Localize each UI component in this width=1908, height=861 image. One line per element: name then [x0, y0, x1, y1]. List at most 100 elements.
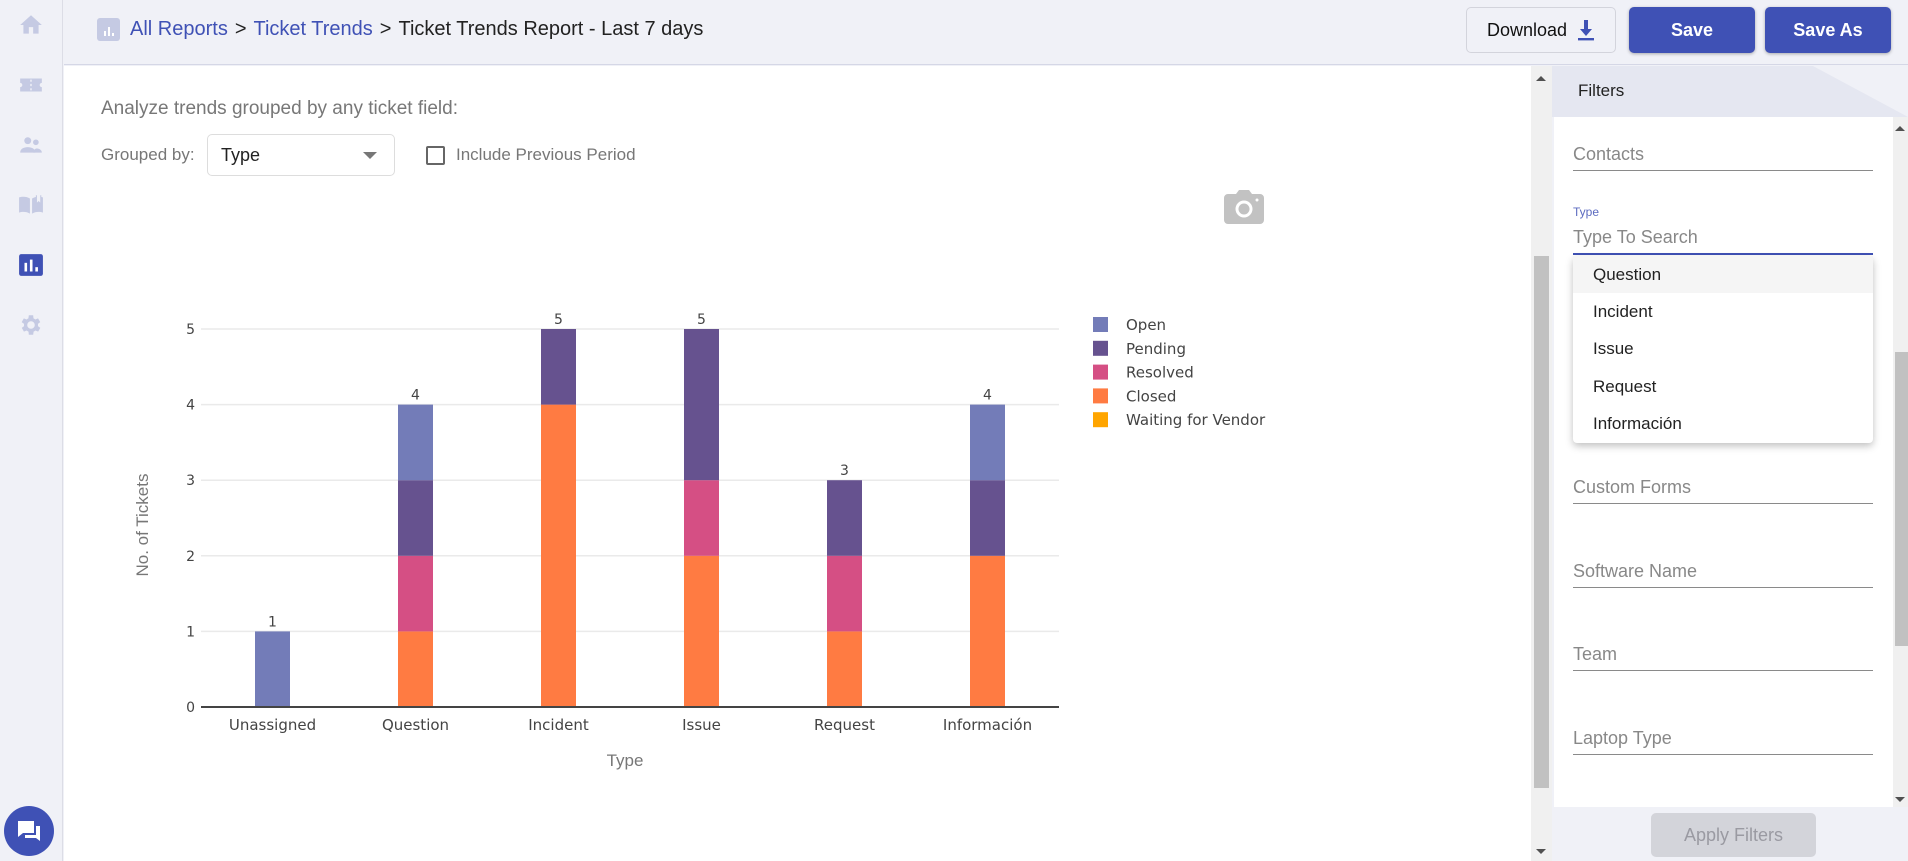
filters-header: Filters [1552, 66, 1908, 117]
download-label: Download [1486, 19, 1568, 40]
bar-segment-closed [398, 631, 433, 707]
type-filter-label: Type [1573, 205, 1600, 219]
ticket-trends-chart: 0 1 2 3 4 5 1 Unassigned 4 Question 5 Incident 5 Issu… [133, 312, 1266, 770]
filters-footer: Apply Filters [1552, 807, 1908, 861]
bar-total-label: 5 [697, 312, 706, 328]
type-option[interactable]: Issue [1573, 331, 1873, 368]
x-tick-label: Issue [682, 716, 721, 734]
bar-segment-open [398, 404, 433, 481]
bar-segment-closed [827, 631, 862, 707]
laptop-type-filter[interactable]: Laptop Type [1573, 728, 1873, 755]
sidebar-item-contacts[interactable] [17, 131, 45, 159]
y-tick-label: 4 [186, 398, 195, 414]
download-button[interactable]: Download [1466, 7, 1616, 53]
scroll-down-arrow[interactable] [1536, 849, 1546, 854]
legend-swatch [1093, 317, 1108, 332]
main-scrollbar[interactable] [1531, 66, 1552, 861]
scroll-up-arrow[interactable] [1895, 126, 1905, 131]
legend-label: Open [1126, 316, 1166, 334]
type-filter-input[interactable]: Type To Search [1573, 227, 1873, 255]
report-area: Analyze trends grouped by any ticket fie… [64, 66, 1531, 861]
custom-forms-filter[interactable]: Custom Forms [1573, 477, 1873, 504]
scroll-up-arrow[interactable] [1536, 76, 1546, 81]
y-tick-label: 2 [186, 549, 195, 565]
legend-label: Resolved [1126, 364, 1194, 382]
y-tick-label: 3 [186, 473, 195, 489]
bar-segment-pending [541, 329, 576, 405]
bar-segment-closed [541, 404, 576, 707]
sidebar-item-tickets[interactable] [17, 71, 45, 99]
sidebar-item-knowledge-base[interactable] [17, 191, 45, 219]
filters-scrollbar[interactable] [1893, 117, 1908, 807]
bar-segment-resolved [398, 555, 433, 632]
bar-chart-icon [19, 254, 43, 276]
legend-label: Waiting for Vendor [1126, 411, 1266, 429]
breadcrumb: All Reports > Ticket Trends > Ticket Tre… [97, 18, 703, 41]
bar-segment-closed [684, 555, 719, 707]
type-option[interactable]: Información [1573, 406, 1873, 443]
apply-filters-button[interactable]: Apply Filters [1651, 813, 1816, 857]
header: All Reports > Ticket Trends > Ticket Tre… [64, 0, 1908, 65]
contacts-filter[interactable]: Contacts [1573, 144, 1873, 171]
home-icon [20, 15, 42, 34]
breadcrumb-separator: > [379, 18, 392, 40]
breadcrumb-ticket-trends[interactable]: Ticket Trends [254, 18, 373, 41]
bar-segment-open [255, 631, 290, 707]
filters-panel: Contacts Type Type To Search Custom Form… [1554, 117, 1893, 807]
users-icon [20, 137, 42, 153]
breadcrumb-all-reports[interactable]: All Reports [130, 18, 228, 41]
ticket-icon [20, 78, 42, 92]
gear-icon [21, 315, 41, 335]
sidebar-item-settings[interactable] [17, 311, 45, 339]
bar-segment-pending [827, 480, 862, 556]
bar-segment-resolved [827, 555, 862, 632]
legend-swatch [1093, 412, 1108, 428]
type-option[interactable]: Request [1573, 368, 1873, 405]
legend-swatch [1093, 388, 1108, 404]
reports-icon [97, 18, 120, 41]
bar-segment-pending [398, 480, 433, 556]
scroll-down-arrow[interactable] [1895, 797, 1905, 802]
bar-total-label: 3 [840, 463, 849, 479]
legend-label: Closed [1126, 387, 1176, 405]
chat-button[interactable] [4, 806, 54, 856]
bar-segment-resolved [684, 480, 719, 556]
bar-total-label: 1 [268, 614, 277, 630]
book-icon [19, 195, 43, 214]
download-icon [1578, 20, 1595, 41]
sidebar [0, 0, 63, 861]
legend-swatch [1093, 340, 1108, 356]
save-as-button[interactable]: Save As [1765, 7, 1891, 53]
x-tick-label: Request [814, 716, 875, 734]
chat-icon [18, 821, 40, 841]
y-axis-title: No. of Tickets [133, 474, 152, 577]
y-tick-label: 5 [186, 322, 195, 338]
type-option[interactable]: Question [1573, 256, 1873, 294]
bar-segment-pending [684, 329, 719, 481]
breadcrumb-current: Ticket Trends Report - Last 7 days [398, 18, 704, 40]
scrollbar-thumb[interactable] [1534, 256, 1549, 788]
bar-total-label: 4 [983, 388, 992, 404]
y-tick-label: 0 [186, 700, 195, 716]
type-dropdown: Question Incident Issue Request Informac… [1573, 256, 1873, 443]
sidebar-item-home[interactable] [17, 11, 45, 39]
x-tick-label: Incident [528, 716, 589, 734]
type-option[interactable]: Incident [1573, 293, 1873, 330]
x-tick-label: Unassigned [229, 716, 316, 734]
filters-title: Filters [1578, 81, 1625, 100]
bar-total-label: 4 [411, 388, 420, 404]
sidebar-item-reports[interactable] [17, 251, 45, 279]
x-tick-label: Question [382, 716, 449, 734]
save-button[interactable]: Save [1629, 7, 1755, 53]
bar-segment-pending [970, 480, 1005, 556]
y-tick-label: 1 [186, 624, 195, 640]
bar-total-label: 5 [554, 312, 563, 328]
x-tick-label: Información [943, 716, 1032, 734]
software-name-filter[interactable]: Software Name [1573, 561, 1873, 588]
legend-label: Pending [1126, 340, 1186, 358]
x-axis-title: Type [607, 751, 644, 770]
team-filter[interactable]: Team [1573, 644, 1873, 671]
scrollbar-thumb[interactable] [1895, 352, 1908, 646]
breadcrumb-separator: > [234, 18, 247, 40]
legend-swatch [1093, 364, 1108, 380]
